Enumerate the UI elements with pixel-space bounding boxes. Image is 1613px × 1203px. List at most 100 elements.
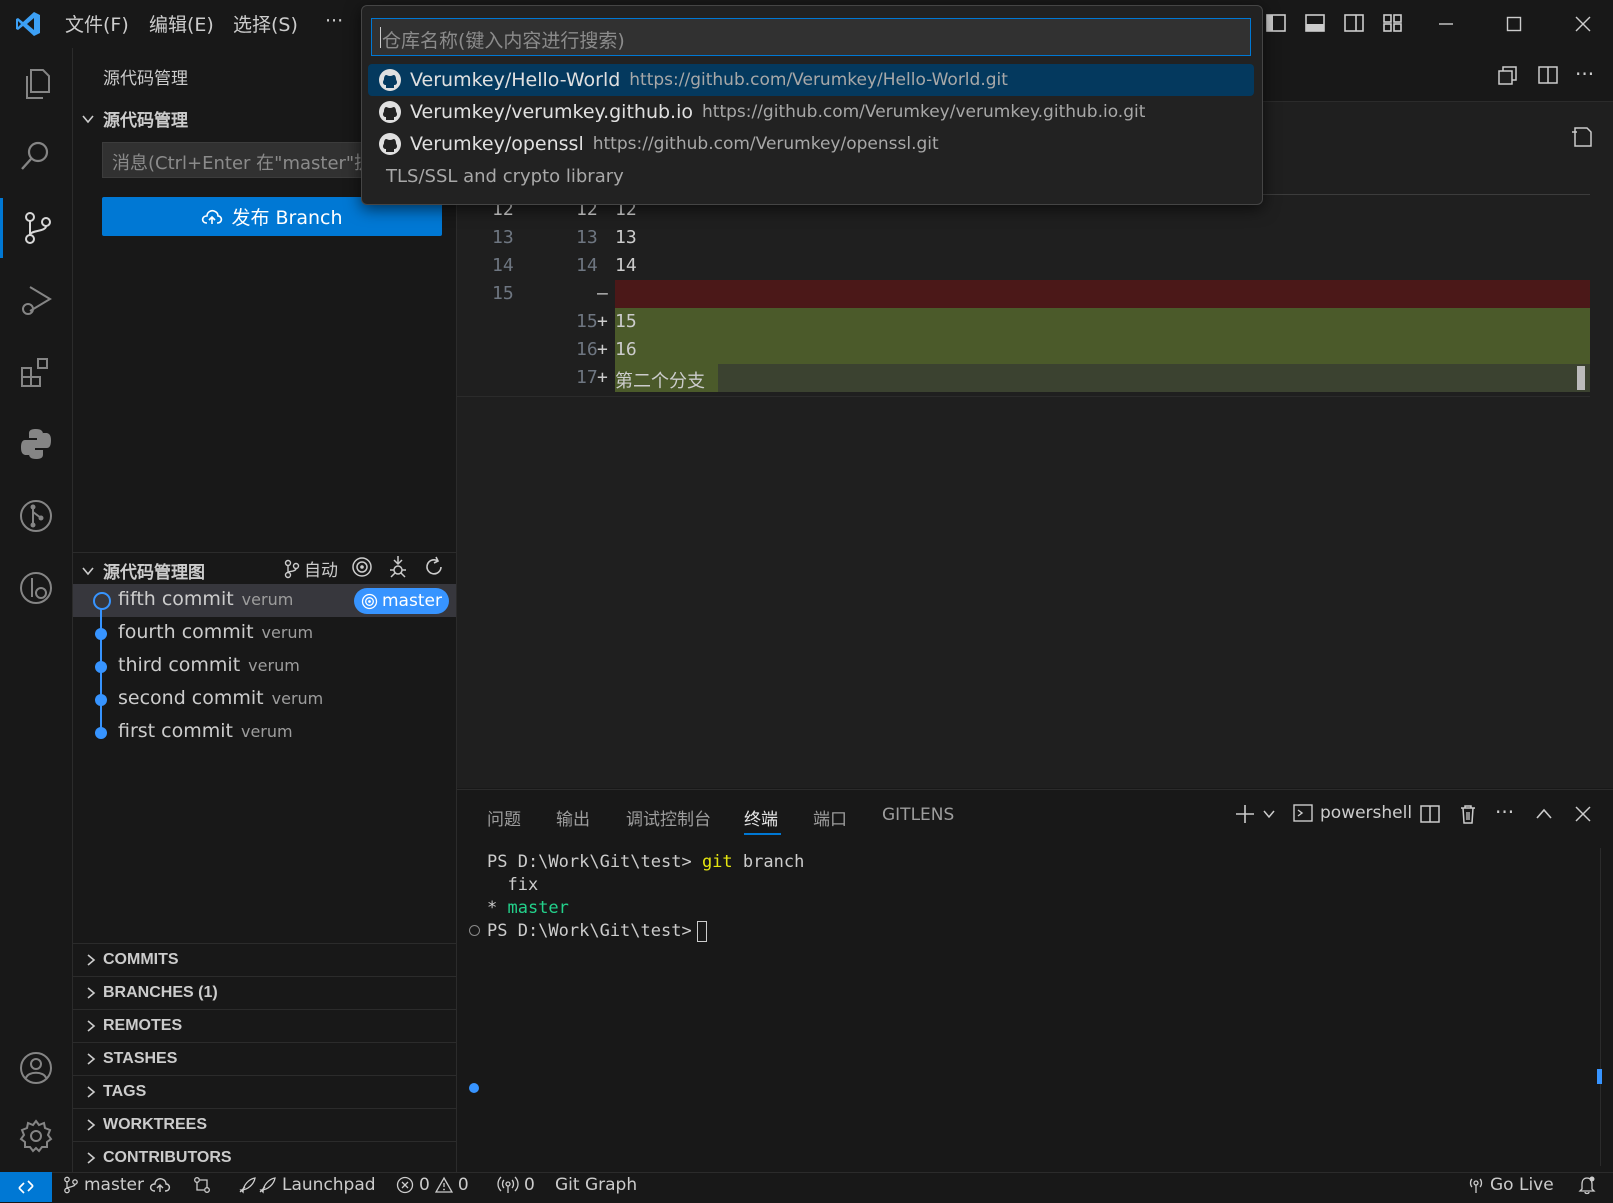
tab-terminal[interactable]: 终端: [744, 805, 778, 830]
copy-icon[interactable]: [1568, 124, 1594, 150]
error-count: 0: [419, 1175, 430, 1195]
terminal-shell-name: powershell: [1320, 803, 1413, 823]
maximize-button[interactable]: [1484, 0, 1544, 48]
split-editor-icon[interactable]: [1537, 64, 1559, 86]
close-panel-icon[interactable]: [1574, 805, 1592, 823]
ports-status[interactable]: 0: [497, 1175, 535, 1195]
search-icon[interactable]: [0, 126, 72, 186]
python-icon[interactable]: [0, 414, 72, 474]
repository-detail: TLS/SSL and crypto library: [386, 166, 624, 187]
panel-more-icon[interactable]: ···: [1495, 800, 1514, 824]
gitlens-section-contributors[interactable]: CONTRIBUTORS: [73, 1141, 456, 1174]
tab-ports[interactable]: 端口: [813, 805, 847, 830]
cloud-upload-icon: [201, 208, 223, 226]
gitlens-section-tags[interactable]: TAGS: [73, 1075, 456, 1108]
refresh-icon[interactable]: [423, 556, 445, 578]
terminal-command: git: [701, 852, 733, 872]
diff-right-line-number: 17: [576, 367, 598, 388]
commit-row[interactable]: third commit verum: [73, 650, 456, 683]
menu-file[interactable]: 文件(F): [65, 10, 129, 37]
vscode-logo-icon: [14, 10, 42, 38]
commit-row[interactable]: fourth commit verum: [73, 617, 456, 650]
account-icon[interactable]: [0, 1038, 72, 1098]
terminal-shell-selector[interactable]: powershell: [1292, 802, 1412, 824]
tab-debug-console[interactable]: 调试控制台: [626, 805, 711, 830]
repository-item[interactable]: Verumkey/openssl https://github.com/Veru…: [368, 128, 1254, 160]
fetch-icon[interactable]: [387, 555, 409, 579]
run-debug-icon[interactable]: [0, 270, 72, 330]
git-graph-status[interactable]: Git Graph: [555, 1175, 637, 1195]
branch-status[interactable]: master: [63, 1175, 171, 1195]
minimize-button[interactable]: [1416, 0, 1476, 48]
gitlens-icon[interactable]: [0, 558, 72, 618]
target-icon[interactable]: [351, 556, 373, 578]
commit-row[interactable]: fifth commit verum master: [73, 584, 456, 617]
branch-badge[interactable]: master: [354, 588, 449, 614]
explorer-icon[interactable]: [0, 54, 72, 114]
repository-item[interactable]: Verumkey/verumkey.github.io https://gith…: [368, 96, 1254, 128]
go-live-status[interactable]: Go Live: [1467, 1175, 1554, 1195]
auto-branch-filter[interactable]: 自动: [283, 556, 338, 581]
menu-edit[interactable]: 编辑(E): [149, 10, 214, 37]
commit-message: fifth commit: [118, 588, 234, 610]
repository-search-input[interactable]: 仓库名称(键入内容进行搜索): [371, 18, 1251, 56]
broadcast-icon: [1467, 1176, 1485, 1194]
repository-item[interactable]: Verumkey/Hello-World https://github.com/…: [368, 64, 1254, 96]
diff-row: 13 13 13: [457, 224, 1590, 252]
terminal-scrollbar-track[interactable]: [1600, 848, 1601, 1166]
chevron-right-icon: [83, 985, 99, 1001]
toggle-secondary-sidebar-icon[interactable]: [1343, 12, 1365, 34]
new-terminal-icon[interactable]: [1234, 803, 1256, 825]
repository-quick-pick: 仓库名称(键入内容进行搜索) Verumkey/Hello-World http…: [361, 5, 1263, 205]
git-graph-icon[interactable]: [0, 486, 72, 546]
gitlens-section-worktrees[interactable]: WORKTREES: [73, 1108, 456, 1141]
target-icon: [361, 593, 378, 610]
diff-right-line-number: 16: [576, 339, 598, 360]
gitlens-section-title: WORKTREES: [103, 1116, 207, 1133]
settings-gear-icon[interactable]: [0, 1106, 72, 1166]
more-actions-icon[interactable]: ···: [1575, 62, 1594, 86]
extensions-icon[interactable]: [0, 342, 72, 402]
gitlens-section-remotes[interactable]: REMOTES: [73, 1009, 456, 1042]
tab-output[interactable]: 输出: [556, 805, 590, 830]
terminal-prompt: PS D:\Work\Git\test>: [487, 852, 702, 872]
split-terminal-icon[interactable]: [1419, 803, 1441, 825]
gitlens-section-branches[interactable]: BRANCHES (1): [73, 976, 456, 1009]
trash-icon[interactable]: [1457, 803, 1479, 825]
tab-problems[interactable]: 问题: [487, 805, 521, 830]
tab-gitlens[interactable]: GITLENS: [882, 805, 954, 825]
toggle-primary-sidebar-icon[interactable]: [1265, 12, 1287, 34]
menu-more[interactable]: ···: [325, 10, 343, 32]
graph-section-header[interactable]: 源代码管理图: [80, 558, 205, 583]
terminal-args: branch: [732, 852, 805, 872]
source-control-icon[interactable]: [0, 198, 72, 258]
remote-indicator-button[interactable]: [0, 1172, 52, 1202]
error-icon: [396, 1176, 414, 1194]
github-icon: [378, 68, 402, 92]
toggle-panel-icon[interactable]: [1304, 12, 1326, 34]
diff-row-added: 15 + 15: [457, 308, 1590, 336]
open-changes-icon[interactable]: [1497, 64, 1519, 86]
problems-status[interactable]: 0 0: [396, 1175, 469, 1195]
chevron-down-icon[interactable]: [1262, 807, 1276, 821]
launchpad-status[interactable]: Launchpad: [237, 1175, 376, 1195]
branch-name: master: [84, 1175, 144, 1195]
branch-icon: [63, 1176, 79, 1194]
chevron-right-icon: [83, 1084, 99, 1100]
menu-selection[interactable]: 选择(S): [233, 10, 298, 37]
maximize-panel-icon[interactable]: [1535, 805, 1553, 823]
gitlens-section-stashes[interactable]: STASHES: [73, 1042, 456, 1075]
gitlens-section-commits[interactable]: COMMITS: [73, 943, 456, 976]
git-compare-icon[interactable]: [192, 1175, 212, 1195]
customize-layout-icon[interactable]: [1382, 12, 1404, 34]
gitlens-section-title: CONTRIBUTORS: [103, 1149, 232, 1166]
chevron-right-icon: [83, 1117, 99, 1133]
scm-section-header[interactable]: 源代码管理: [80, 106, 188, 131]
repository-url: https://github.com/Verumkey/openssl.git: [592, 134, 939, 154]
terminal-cursor: [697, 921, 707, 942]
commit-row[interactable]: second commit verum: [73, 683, 456, 716]
commit-row[interactable]: first commit verum: [73, 716, 456, 749]
close-window-button[interactable]: [1553, 0, 1613, 48]
diff-line-text: 第二个分支: [615, 371, 705, 392]
notifications-bell-icon[interactable]: [1577, 1175, 1597, 1195]
